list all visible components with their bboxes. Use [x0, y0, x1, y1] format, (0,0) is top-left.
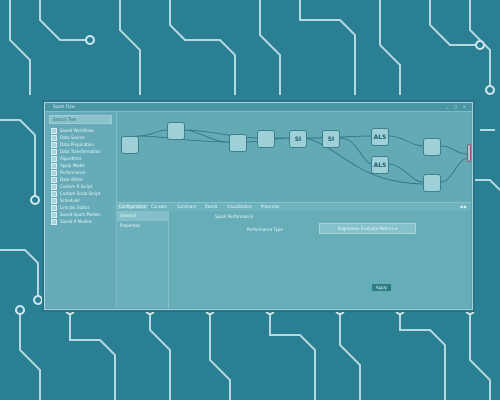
- workflow-node[interactable]: [167, 122, 185, 140]
- tab-configuration[interactable]: Configuration: [117, 204, 149, 209]
- performance-type-label: Performance Type: [247, 227, 283, 232]
- tab-console[interactable]: Console: [151, 204, 167, 209]
- folder-icon: [51, 148, 57, 155]
- sidebar-item-apply-model[interactable]: Apply Model: [45, 162, 116, 169]
- app-title: Spark Flow: [53, 104, 75, 109]
- performance-type-select[interactable]: Regression Evaluate Metrics ▾: [319, 223, 416, 234]
- sidebar-item-performance[interactable]: Performance: [45, 169, 116, 176]
- tab-result[interactable]: Result: [205, 204, 217, 209]
- workflow-node[interactable]: [423, 138, 441, 156]
- sidebar-item-label: Saved Workflows: [60, 128, 95, 133]
- sidebar-item-saved-spark-models[interactable]: Saved Spark Models: [45, 211, 116, 218]
- sidebar: Search Tree Saved Workflows Data Source …: [45, 112, 117, 308]
- sidebar-item-label: Saved R Models: [60, 219, 92, 224]
- folder-icon: [51, 204, 57, 211]
- folder-icon: [51, 155, 57, 162]
- sidebar-item-link-job-status[interactable]: Link Job Status: [45, 204, 116, 211]
- folder-icon: [51, 190, 57, 197]
- section-title: Spark Performance: [215, 214, 254, 219]
- workflow-node[interactable]: ALS: [371, 156, 389, 174]
- workflow-node[interactable]: SI: [322, 130, 340, 148]
- sidebar-item-label: Data Source: [60, 135, 85, 140]
- folder-icon: [51, 127, 57, 134]
- folder-icon: [51, 134, 57, 141]
- sidebar-item-label: Custom R Script: [60, 184, 93, 189]
- sidebar-item-custom-r-script[interactable]: Custom R Script: [45, 183, 116, 190]
- sidebar-item-label: Link Job Status: [60, 205, 90, 210]
- folder-icon: [51, 197, 57, 204]
- folder-icon: [51, 218, 57, 225]
- sidebar-item-label: Performance: [60, 170, 86, 175]
- sidebar-item-data-writer[interactable]: Data Writer: [45, 176, 116, 183]
- tab-visualization[interactable]: Visualization: [227, 204, 252, 209]
- sidebar-item-label: Algorithms: [60, 156, 82, 161]
- sidebar-item-algorithms[interactable]: Algorithms: [45, 155, 116, 162]
- folder-icon: [51, 211, 57, 218]
- app-window: Spark Flow _ □ × Search Tree Saved Workf…: [44, 102, 473, 310]
- sidebar-item-saved-workflows[interactable]: Saved Workflows: [45, 127, 116, 134]
- workflow-output-node[interactable]: [467, 144, 471, 162]
- folder-icon: [51, 183, 57, 190]
- sidebar-item-saved-r-models[interactable]: Saved R Models: [45, 218, 116, 225]
- folder-icon: [51, 162, 57, 169]
- sidebar-item-data-source[interactable]: Data Source: [45, 134, 116, 141]
- title-bar: Spark Flow _ □ ×: [45, 103, 472, 112]
- workflow-node[interactable]: [229, 134, 247, 152]
- sidebar-item-data-transformation[interactable]: Data Transformation: [45, 148, 116, 155]
- workflow-canvas[interactable]: SI SI ALS ALS: [117, 112, 471, 202]
- sidebar-item-label: Data Writer: [60, 177, 84, 182]
- sidebar-item-label: Data Preparation: [60, 142, 94, 147]
- sidebar-item-label: Scheduler: [60, 198, 81, 203]
- workflow-node[interactable]: SI: [289, 130, 307, 148]
- folder-icon: [51, 176, 57, 183]
- sidebar-item-data-preparation[interactable]: Data Preparation: [45, 141, 116, 148]
- sidebar-item-label: Custom Scala Script: [60, 191, 101, 196]
- sidebar-item-label: Data Transformation: [60, 149, 101, 154]
- tab-prescribe[interactable]: Prescribe: [261, 204, 279, 209]
- section-general[interactable]: General: [117, 211, 168, 221]
- tab-summary[interactable]: Summary: [177, 204, 196, 209]
- search-input[interactable]: Search Tree: [49, 115, 112, 124]
- folder-icon: [51, 169, 57, 176]
- window-controls[interactable]: _ □ ×: [446, 104, 468, 109]
- tab-scroll-arrows[interactable]: ◀ ▶: [460, 204, 467, 209]
- config-sections-panel: General Properties: [117, 211, 169, 308]
- apply-button[interactable]: Apply: [371, 283, 392, 292]
- section-properties[interactable]: Properties: [117, 221, 168, 231]
- folder-icon: [51, 141, 57, 148]
- workflow-node[interactable]: [257, 130, 275, 148]
- sidebar-item-label: Saved Spark Models: [60, 212, 101, 217]
- workflow-node[interactable]: ALS: [371, 128, 389, 146]
- workflow-node[interactable]: [121, 136, 139, 154]
- sidebar-item-scheduler[interactable]: Scheduler: [45, 197, 116, 204]
- config-content: Spark Performance Performance Type Regre…: [169, 211, 471, 308]
- workflow-node[interactable]: [423, 174, 441, 192]
- sidebar-item-label: Apply Model: [60, 163, 85, 168]
- sidebar-item-custom-scala-script[interactable]: Custom Scala Script: [45, 190, 116, 197]
